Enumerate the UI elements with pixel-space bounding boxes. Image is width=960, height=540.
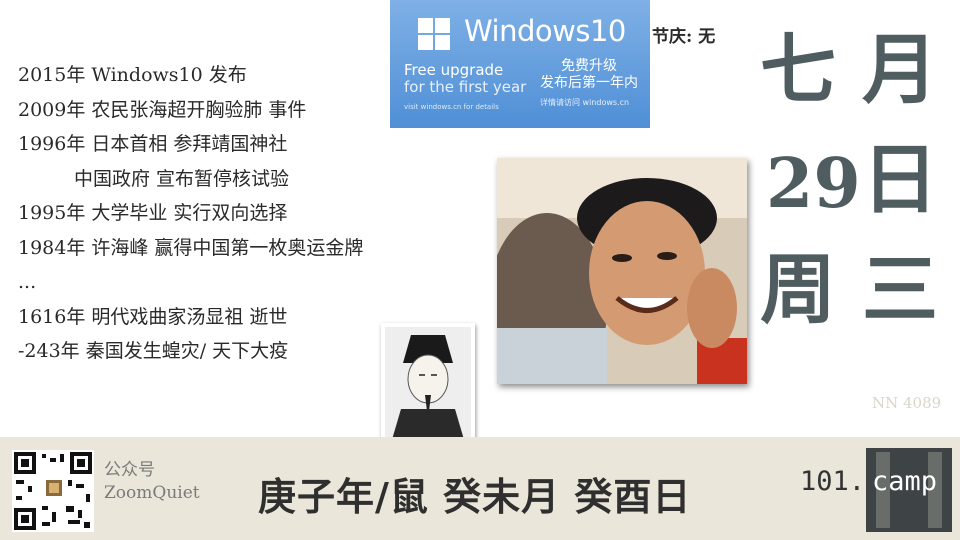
banner-title: Windows10 <box>464 14 626 48</box>
month-label: 月 <box>862 25 938 114</box>
camp-number: 101. <box>800 466 866 497</box>
banner-first-year-line: for the first year <box>404 78 527 96</box>
banner-cn-line1: 免费升级 <box>561 58 617 74</box>
history-event: ... <box>18 271 37 293</box>
festival-label: 节庆: 无 <box>652 27 716 47</box>
history-event: -243年 秦国发生蝗灾/ 天下大疫 <box>18 340 289 362</box>
banner-free-upgrade: Free upgrade for the first year <box>404 62 526 96</box>
camp-text: camp <box>872 466 938 497</box>
history-event: 2015年 Windows10 发布 <box>18 64 247 86</box>
tang-xianzu-portrait <box>381 323 475 447</box>
history-event: 1996年 日本首相 参拜靖国神社 <box>18 133 288 155</box>
olympic-champion-photo <box>487 158 747 403</box>
history-event-list: 2015年 Windows10 发布 2009年 农民张海超开胸验肺 事件 1996… <box>18 58 363 369</box>
day-label: 日 <box>862 135 938 224</box>
banner-cn-small: 详情请访问 windows.cn <box>540 98 630 107</box>
history-event: 1616年 明代戏曲家汤显祖 逝世 <box>18 305 288 328</box>
account-label: 公众号 <box>104 460 155 480</box>
banner-visit-text: visit windows.cn for details <box>404 103 499 111</box>
banner-cn-text: 免费升级 发布后第一年内 <box>540 58 638 92</box>
week-label: 周 <box>760 245 836 334</box>
history-event: 2009年 农民张海超开胸验肺 事件 <box>18 98 307 121</box>
windows10-banner-image: Windows10 Free upgrade for the first yea… <box>390 0 650 128</box>
watermark-text: NN 4089 <box>872 394 942 412</box>
history-event: 中国政府 宣布暂停核试验 <box>74 167 290 190</box>
account-name: ZoomQuiet <box>104 483 200 503</box>
day-number: 29 <box>766 144 861 224</box>
history-event: 1995年 大学毕业 实行双向选择 <box>18 202 288 224</box>
windows-logo-icon <box>418 18 452 52</box>
qr-code-image <box>12 450 94 532</box>
ganzhi-date: 庚子年/鼠 癸未月 癸酉日 <box>258 474 692 519</box>
history-event: 1984年 许海峰 赢得中国第一枚奥运金牌 <box>18 236 364 259</box>
banner-free-upgrade-line: Free upgrade <box>404 61 504 79</box>
month-number: 七 <box>760 25 836 114</box>
weekday: 三 <box>862 245 938 334</box>
banner-cn-line2: 发布后第一年内 <box>540 75 638 91</box>
